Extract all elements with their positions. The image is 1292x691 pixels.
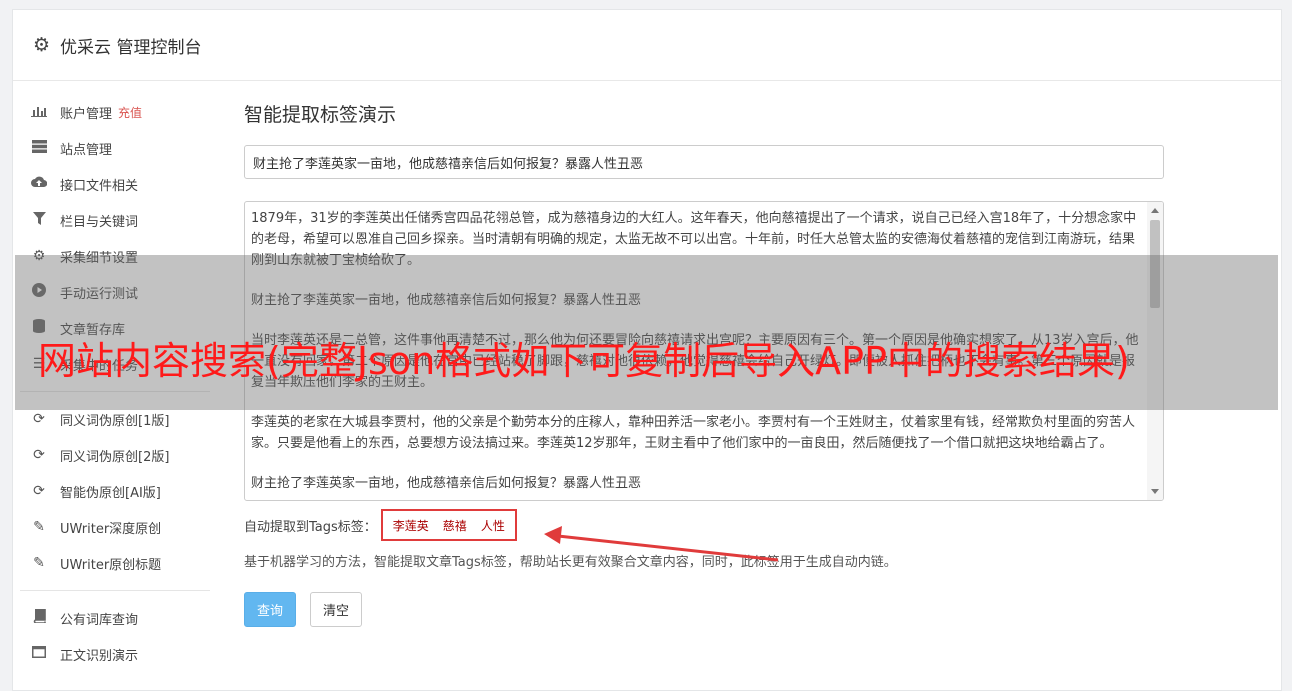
sidebar-item-label: 同义词伪原创[2版]	[60, 449, 170, 465]
tags-box: 李莲英 慈禧 人性	[380, 509, 517, 541]
refresh-icon: ⟳	[33, 447, 45, 463]
refresh-icon: ⟳	[33, 483, 45, 499]
window-icon	[30, 646, 48, 662]
sidebar-item-public-lexicon[interactable]: 公有词库查询	[20, 600, 210, 636]
tag-item: 李莲英	[392, 518, 429, 533]
sidebar-item-label: 正文识别演示	[60, 648, 139, 664]
watermark-banner	[15, 255, 1278, 410]
cloud-upload-icon	[30, 176, 48, 192]
query-button[interactable]: 查询	[244, 592, 297, 627]
server-icon	[30, 139, 48, 157]
recharge-link[interactable]: 充值	[118, 104, 142, 121]
sidebar-item-body-detect[interactable]: 正文识别演示	[20, 636, 210, 672]
sidebar-item-uwriter-title[interactable]: ✎ UWriter原创标题	[20, 545, 210, 581]
bar-chart-icon	[30, 104, 48, 121]
filter-icon	[30, 211, 48, 229]
sidebar-item-columns[interactable]: 栏目与关键词	[20, 202, 210, 238]
sidebar-item-label: 智能伪原创[AI版]	[60, 485, 161, 501]
content-paragraph: 财主抢了李莲英家一亩地，他成慈禧亲信后如何报复？暴露人性丑恶	[251, 476, 642, 491]
refresh-icon: ⟳	[33, 411, 45, 427]
annotation-arrow-icon	[544, 526, 779, 562]
sidebar-item-interface[interactable]: 接口文件相关	[20, 166, 210, 202]
sidebar-item-label: 接口文件相关	[60, 178, 139, 194]
sidebar-item-ai-rewrite[interactable]: ⟳ 智能伪原创[AI版]	[20, 473, 210, 509]
edit-icon: ✎	[33, 519, 45, 535]
sidebar-item-account[interactable]: 账户管理 充值	[20, 94, 210, 130]
tag-item: 慈禧	[442, 518, 467, 533]
content-paragraph: 李莲英的老家在大城县李贾村，他的父亲是个勤劳本分的庄稼人，靠种田养活一家老小。李…	[251, 415, 1136, 451]
sidebar-item-label: 站点管理	[60, 142, 113, 158]
sidebar-item-label: 同义词伪原创[1版]	[60, 413, 170, 429]
section-title: 智能提取标签演示	[244, 104, 397, 126]
header-bar: ⚙ 优采云 管理控制台	[13, 10, 1281, 81]
gear-icon: ⚙	[33, 33, 51, 56]
sidebar-item-sites[interactable]: 站点管理	[20, 130, 210, 166]
sidebar-item-label: UWriter深度原创	[60, 521, 162, 537]
watermark-text: 网站内容搜索(完整Json格式如下可复制后导入APP中的搜索结果)	[38, 339, 1130, 383]
button-row: 查询 清空	[244, 592, 1164, 627]
tag-item: 人性	[480, 518, 505, 533]
tags-label: 自动提取到Tags标签：	[244, 519, 377, 535]
book-icon	[30, 608, 48, 627]
sidebar-item-uwriter-deep[interactable]: ✎ UWriter深度原创	[20, 509, 210, 545]
sidebar-divider	[20, 590, 210, 591]
sidebar-item-label: 栏目与关键词	[60, 214, 139, 230]
sidebar-item-label: 账户管理	[60, 106, 113, 122]
page-title: 优采云 管理控制台	[60, 37, 202, 58]
sidebar-item-label: UWriter原创标题	[60, 557, 162, 573]
edit-icon: ✎	[33, 555, 45, 571]
clear-button[interactable]: 清空	[310, 592, 363, 627]
sidebar-item-label: 公有词库查询	[60, 612, 139, 628]
article-title-input[interactable]	[244, 145, 1164, 179]
sidebar-item-synonym-v2[interactable]: ⟳ 同义词伪原创[2版]	[20, 437, 210, 473]
scroll-down-arrow-icon[interactable]	[1151, 489, 1159, 494]
scroll-up-arrow-icon[interactable]	[1151, 208, 1159, 213]
